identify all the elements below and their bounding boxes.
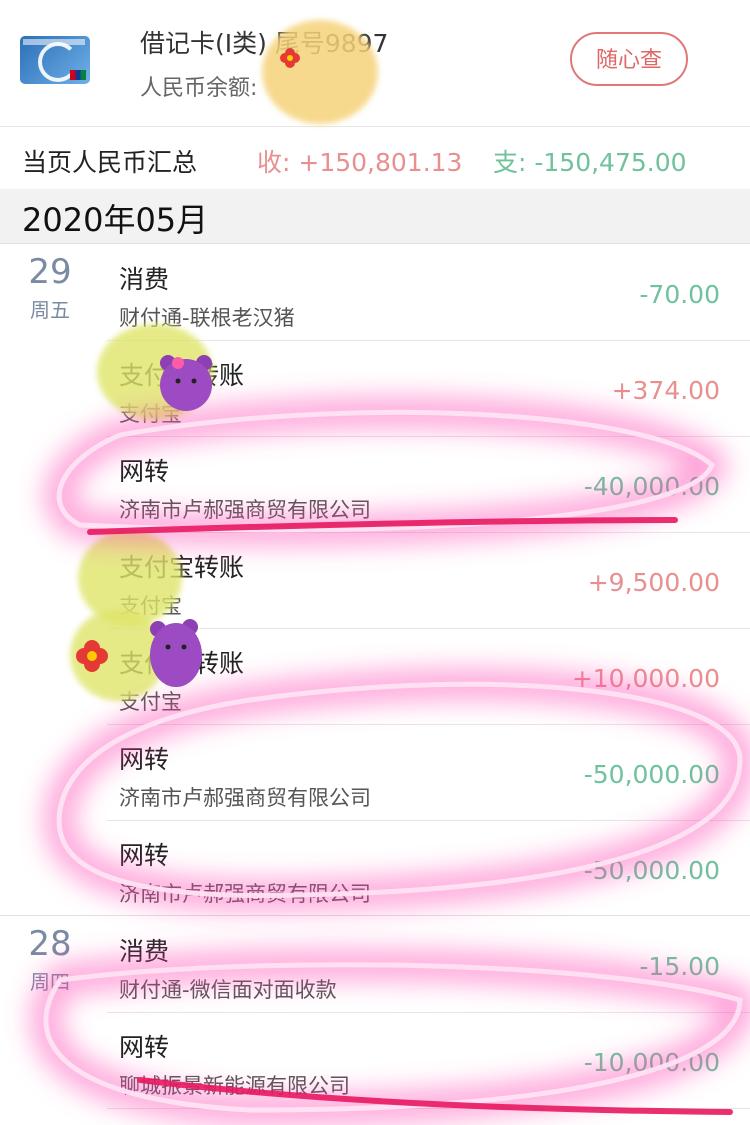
transaction-amount: +374.00: [611, 376, 720, 405]
transaction-row[interactable]: 网转 济南市卢郝强商贸有限公司 -50,000.00: [107, 820, 750, 916]
date-group-29: 29 周五: [0, 252, 100, 323]
transaction-row[interactable]: 支付宝转账 支付宝 +374.00: [107, 340, 750, 437]
summary-income: 收: +150,801.13: [257, 148, 463, 177]
transaction-amount: -70.00: [639, 280, 720, 309]
date-weekday: 周五: [30, 298, 70, 322]
transaction-amount: -40,000.00: [583, 472, 720, 501]
transaction-amount: +9,500.00: [587, 568, 720, 597]
summary-expense: 支: -150,475.00: [493, 148, 687, 177]
transaction-counterparty: 支付宝: [119, 594, 182, 618]
transaction-row[interactable]: 消费 财付通-联根老汉猪 -70.00: [107, 244, 750, 341]
transaction-counterparty: 济南市卢郝强商贸有限公司: [119, 498, 371, 522]
query-button[interactable]: 随心查: [570, 32, 688, 86]
transaction-counterparty: 财付通-微信面对面收款: [119, 978, 337, 1002]
transaction-counterparty: 支付宝: [119, 402, 182, 426]
transaction-title: 网转: [119, 745, 170, 774]
transaction-counterparty: 济南市卢郝强商贸有限公司: [119, 882, 371, 906]
transaction-row[interactable]: 网转 聊城振景新能源有限公司 -10,000.00: [107, 1012, 750, 1109]
month-header: 2020年05月: [0, 189, 750, 244]
transaction-amount: -10,000.00: [583, 1048, 720, 1077]
date-group-28: 28 周四: [0, 924, 100, 995]
transaction-title: 支付宝转账: [119, 553, 245, 582]
month-label: 2020年05月: [22, 201, 209, 239]
transaction-counterparty: 济南市卢郝强商贸有限公司: [119, 786, 371, 810]
transaction-counterparty: 财付通-联根老汉猪: [119, 306, 295, 330]
transaction-title: 网转: [119, 457, 170, 486]
transaction-title: 消费: [119, 937, 170, 966]
transaction-title: 网转: [119, 1033, 170, 1062]
summary-label: 当页人民币汇总: [22, 148, 198, 177]
transaction-counterparty: 聊城振景新能源有限公司: [119, 1074, 350, 1098]
date-weekday: 周四: [30, 970, 70, 994]
transaction-row[interactable]: 支付宝转账 支付宝 +10,000.00: [107, 628, 750, 725]
transaction-row[interactable]: 网转 济南市卢郝强商贸有限公司 -40,000.00: [107, 436, 750, 533]
account-header: 借记卡(Ⅰ类) 尾号9897 人民币余额: 随心查: [0, 0, 750, 127]
transaction-amount: -50,000.00: [583, 856, 720, 885]
date-day: 28: [28, 924, 72, 964]
balance-label: 人民币余额:: [140, 76, 258, 101]
date-day: 29: [28, 252, 72, 292]
transaction-title: 支付宝转账: [119, 649, 245, 678]
transaction-amount: -15.00: [639, 952, 720, 981]
transaction-title: 消费: [119, 265, 170, 294]
bank-card-icon: [20, 36, 90, 84]
transaction-amount: +10,000.00: [571, 664, 720, 693]
transaction-counterparty: 支付宝: [119, 690, 182, 714]
flower-sticker: [76, 640, 108, 672]
transaction-row[interactable]: 网转 济南市卢郝强商贸有限公司 -50,000.00: [107, 724, 750, 821]
card-title: 借记卡(Ⅰ类) 尾号9897: [140, 29, 389, 58]
transaction-row[interactable]: 消费 财付通-微信面对面收款 -15.00: [107, 916, 750, 1013]
transaction-row[interactable]: 支付宝转账 支付宝 +9,500.00: [107, 532, 750, 629]
page-summary: 当页人民币汇总 收: +150,801.13 支: -150,475.00: [0, 127, 750, 189]
transaction-title: 网转: [119, 841, 170, 870]
transaction-title: 支付宝转账: [119, 361, 245, 390]
transaction-amount: -50,000.00: [583, 760, 720, 789]
